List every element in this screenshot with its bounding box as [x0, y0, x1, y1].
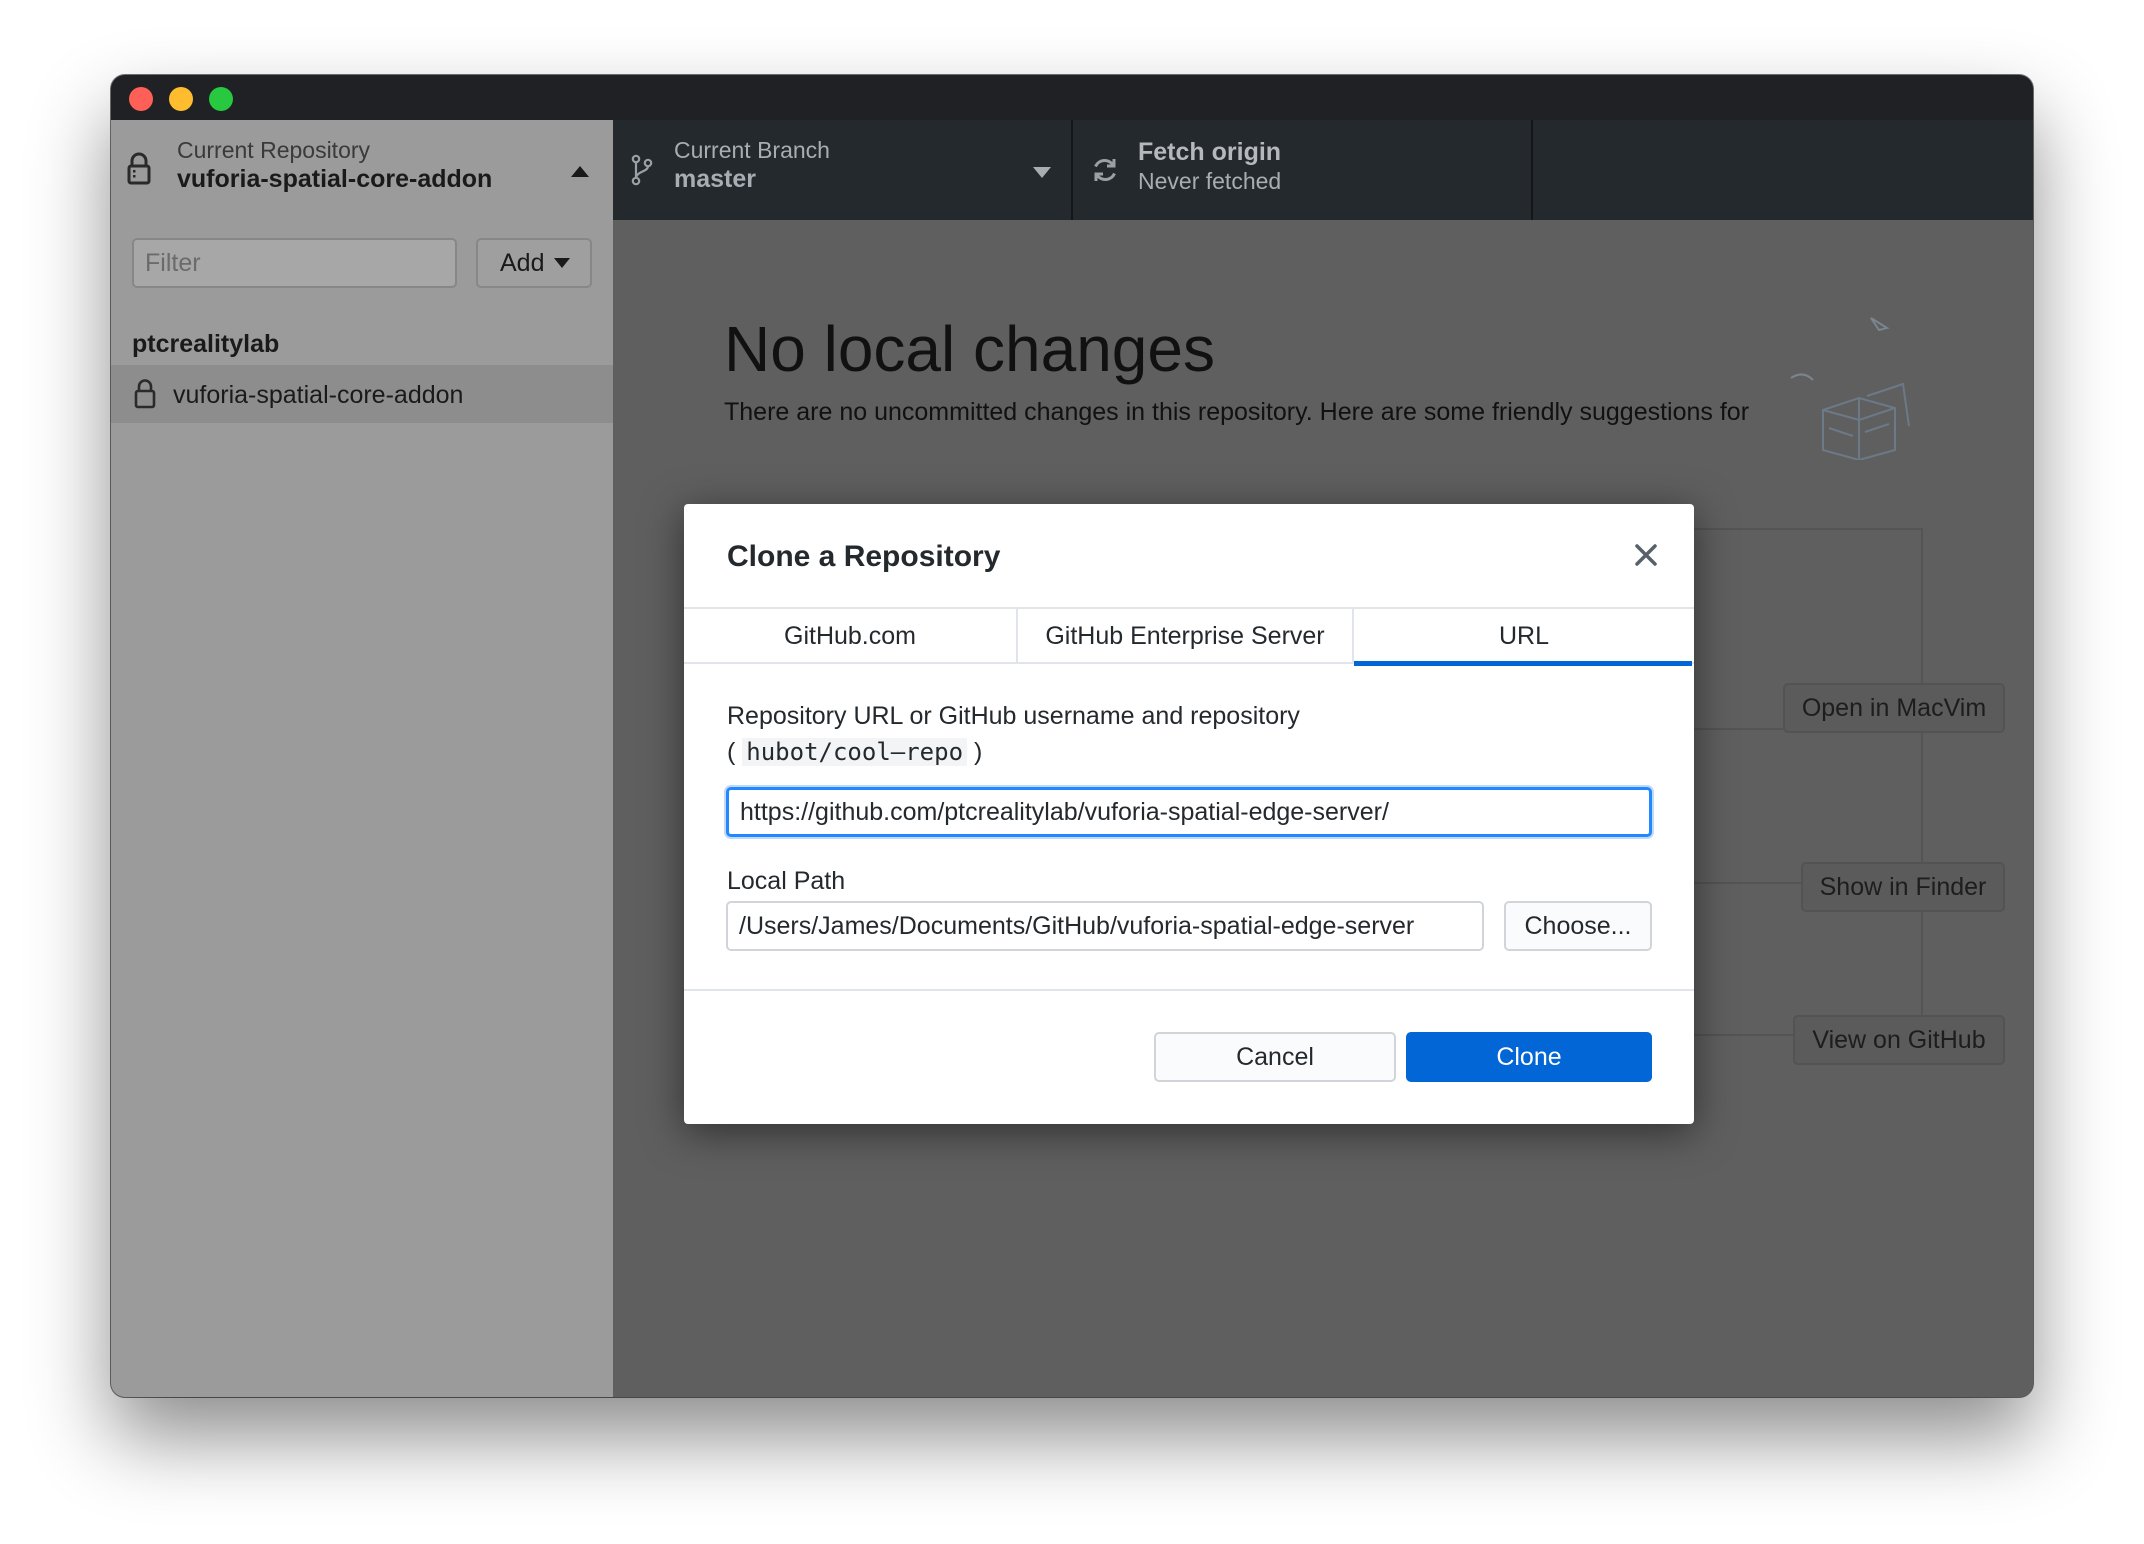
no-changes-heading: No local changes: [724, 313, 1215, 385]
minimize-window-button[interactable]: [169, 87, 193, 111]
lock-icon: [134, 378, 156, 414]
current-branch-label: Current Branch: [674, 137, 830, 163]
sync-icon: [1091, 156, 1119, 189]
current-branch-name: master: [674, 165, 756, 193]
local-path-input[interactable]: [726, 901, 1484, 951]
current-repository-name: vuforia-spatial-core-addon: [177, 165, 493, 193]
hint-example-code: hubot/cool–repo: [742, 738, 968, 766]
current-repository-button[interactable]: Current Repository vuforia-spatial-core-…: [111, 120, 613, 220]
chevron-down-icon: [554, 258, 571, 268]
add-repository-button[interactable]: Add: [476, 238, 592, 288]
title-bar: [111, 75, 2033, 120]
tab-url[interactable]: URL: [1354, 609, 1694, 664]
repository-list-item-name: vuforia-spatial-core-addon: [173, 381, 464, 409]
toolbar: Current Repository vuforia-spatial-core-…: [111, 120, 2033, 220]
selected-tab-indicator: [1354, 661, 1692, 666]
hint-paren-close: ): [973, 738, 983, 766]
fetch-origin-status: Never fetched: [1138, 168, 1282, 194]
chevron-down-icon: [1033, 165, 1051, 183]
add-button-label: Add: [500, 248, 545, 277]
choose-path-button[interactable]: Choose...: [1504, 901, 1652, 951]
git-branch-icon: [631, 154, 653, 191]
filter-input[interactable]: [132, 238, 457, 288]
show-in-finder-button[interactable]: Show in Finder: [1801, 862, 2005, 912]
repository-list-item[interactable]: vuforia-spatial-core-addon: [111, 365, 613, 423]
dialog-footer-divider: [684, 989, 1694, 991]
current-branch-button[interactable]: Current Branch master: [613, 120, 1073, 220]
fetch-origin-title: Fetch origin: [1138, 138, 1282, 166]
chevron-up-icon: [571, 164, 589, 182]
hint-paren-open: (: [727, 738, 736, 766]
no-changes-description: There are no uncommitted changes in this…: [724, 398, 1750, 426]
local-path-label: Local Path: [727, 867, 846, 895]
repository-url-hint: ( hubot/cool–repo ): [727, 738, 982, 767]
repository-group-header: ptcrealitylab: [132, 330, 280, 358]
tab-github-enterprise-server[interactable]: GitHub Enterprise Server: [1018, 609, 1354, 664]
clone-repository-dialog: Clone a Repository GitHub.com GitHub Ent…: [684, 504, 1694, 1124]
repository-url-label: Repository URL or GitHub username and re…: [727, 702, 1300, 730]
clone-source-tabs: GitHub.com GitHub Enterprise Server URL: [684, 607, 1694, 666]
fetch-origin-button[interactable]: Fetch origin Never fetched: [1073, 120, 1533, 220]
zoom-window-button[interactable]: [209, 87, 233, 111]
tab-github-com[interactable]: GitHub.com: [684, 609, 1018, 664]
app-window: Current Repository vuforia-spatial-core-…: [111, 75, 2033, 1397]
repository-url-input[interactable]: [726, 787, 1652, 837]
dialog-title: Clone a Repository: [727, 540, 1001, 573]
view-on-github-button[interactable]: View on GitHub: [1793, 1015, 2005, 1065]
close-window-button[interactable]: [129, 87, 153, 111]
clone-button[interactable]: Clone: [1406, 1032, 1652, 1082]
open-in-editor-button[interactable]: Open in MacVim: [1783, 683, 2005, 733]
current-repository-label: Current Repository: [177, 137, 371, 163]
repository-list-panel: Add ptcrealitylab vuforia-spatial-core-a…: [111, 220, 613, 1397]
lock-icon: [127, 152, 151, 186]
close-icon[interactable]: [1631, 540, 1661, 570]
empty-state-illustration: [1783, 300, 1943, 465]
cancel-button[interactable]: Cancel: [1154, 1032, 1396, 1082]
